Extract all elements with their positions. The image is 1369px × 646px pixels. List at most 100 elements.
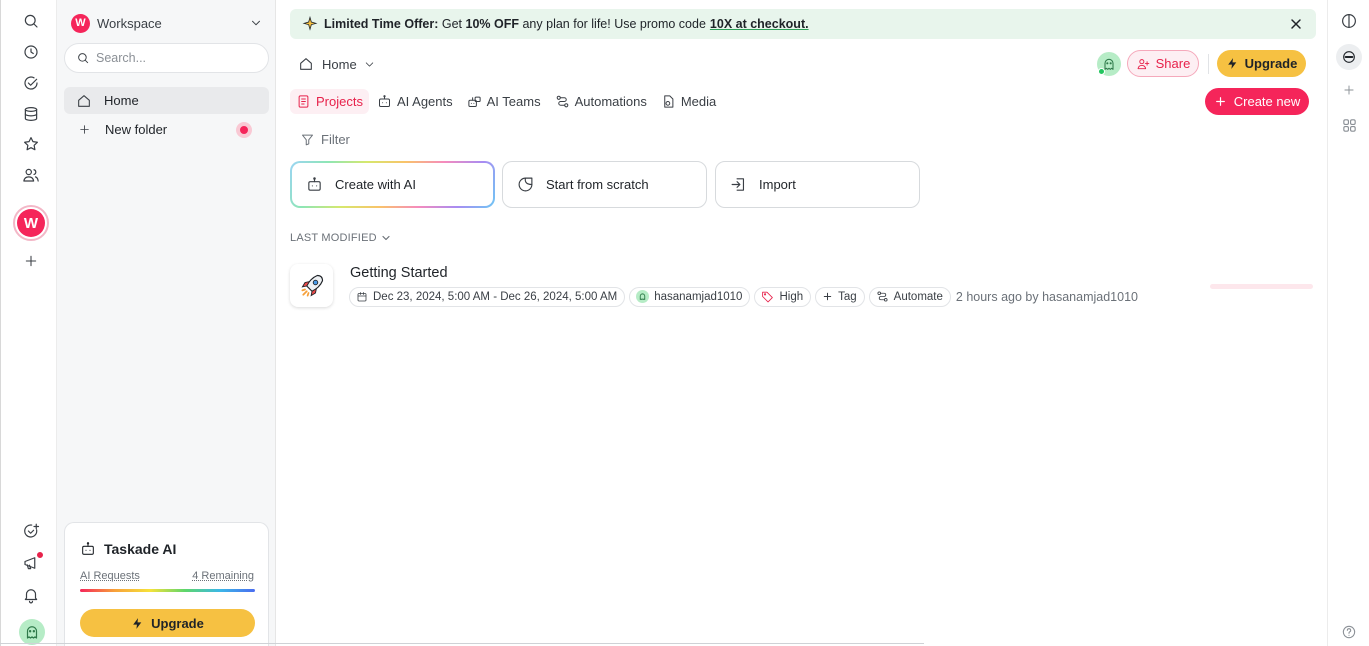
chevron-down-icon bbox=[365, 61, 373, 67]
taskade-ai-card: Taskade AI AI Requests 4 Remaining Upgra… bbox=[64, 522, 269, 646]
sparkle-icon bbox=[302, 16, 318, 32]
automation-icon bbox=[877, 291, 888, 302]
workspace-name: Workspace bbox=[97, 15, 162, 31]
users-icon[interactable] bbox=[20, 164, 42, 186]
start-from-scratch-card[interactable]: Start from scratch bbox=[502, 161, 707, 208]
create-new-button[interactable]: Create new bbox=[1205, 88, 1309, 115]
banner-discount: 10% OFF bbox=[465, 17, 520, 31]
online-status-dot bbox=[1098, 68, 1105, 75]
close-icon[interactable] bbox=[1288, 16, 1304, 32]
search-box bbox=[64, 43, 269, 73]
check-circle-icon[interactable] bbox=[20, 72, 42, 94]
create-with-ai-card[interactable]: Create with AI bbox=[290, 161, 495, 208]
tag-icon bbox=[762, 291, 774, 303]
sidebar-item-label: Home bbox=[104, 93, 139, 108]
filter-button[interactable]: Filter bbox=[292, 127, 358, 152]
upgrade-button[interactable]: Upgrade bbox=[1217, 50, 1306, 77]
robot-icon bbox=[80, 541, 96, 557]
panel-toggle-icon[interactable] bbox=[1339, 11, 1359, 31]
media-icon bbox=[664, 95, 674, 108]
tab-media[interactable]: Media bbox=[655, 89, 722, 114]
help-icon[interactable] bbox=[1339, 622, 1359, 642]
chat-icon[interactable] bbox=[1339, 47, 1359, 67]
sidebar: W Workspace Home New folder Taskade AI A… bbox=[57, 0, 276, 646]
sort-last-modified[interactable]: LAST MODIFIED bbox=[290, 232, 392, 244]
assignee-chip[interactable]: hasanamjad1010 bbox=[629, 286, 751, 307]
notification-dot bbox=[36, 551, 44, 559]
view-tabs: Projects AI Agents AI Teams Automations … bbox=[290, 89, 724, 114]
automation-icon bbox=[556, 95, 568, 108]
lightning-icon bbox=[133, 617, 142, 629]
ai-remaining-label: 4 Remaining bbox=[192, 570, 254, 582]
ai-upgrade-button[interactable]: Upgrade bbox=[80, 609, 255, 637]
promo-code[interactable]: 10X at checkout. bbox=[710, 17, 809, 31]
chevron-down-icon bbox=[382, 235, 390, 241]
import-icon bbox=[731, 178, 745, 191]
promo-banner: Limited Time Offer: Get 10% OFF any plan… bbox=[290, 9, 1316, 39]
workspace-avatar[interactable]: W bbox=[13, 205, 49, 241]
tab-ai-agents[interactable]: AI Agents bbox=[371, 89, 459, 114]
automate-chip[interactable]: Automate bbox=[868, 286, 951, 307]
sidebar-item-label: New folder bbox=[105, 122, 168, 137]
ai-card-title: Taskade AI bbox=[80, 541, 176, 557]
tab-projects[interactable]: Projects bbox=[290, 89, 369, 114]
date-range-chip[interactable]: Dec 23, 2024, 5:00 AM - Dec 26, 2024, 5:… bbox=[349, 286, 626, 307]
ai-requests-bar bbox=[80, 589, 255, 592]
breadcrumb[interactable]: Home bbox=[298, 54, 376, 74]
bell-icon[interactable] bbox=[20, 584, 42, 606]
avatar-icon[interactable] bbox=[19, 619, 45, 645]
add-user-icon bbox=[1137, 58, 1149, 69]
import-card[interactable]: Import bbox=[715, 161, 920, 208]
add-tag-chip[interactable]: Tag bbox=[815, 286, 865, 307]
banner-text-2: any plan for life! Use promo code bbox=[522, 17, 706, 31]
search-icon bbox=[76, 51, 90, 65]
assignee-avatar bbox=[636, 290, 650, 303]
workspace-switcher[interactable]: W Workspace bbox=[71, 12, 263, 34]
sidebar-item-new-folder[interactable]: New folder bbox=[64, 116, 269, 143]
plus-icon bbox=[1215, 97, 1225, 106]
filter-icon bbox=[302, 134, 313, 146]
ai-requests-label: AI Requests bbox=[80, 570, 140, 582]
sidebar-item-home[interactable]: Home bbox=[64, 87, 269, 114]
project-title[interactable]: Getting Started bbox=[350, 265, 448, 281]
plus-icon bbox=[823, 292, 832, 301]
star-icon[interactable] bbox=[20, 133, 42, 155]
workspace-logo: W bbox=[71, 13, 90, 33]
modified-info: 2 hours ago by hasanamjad1010 bbox=[955, 289, 1138, 304]
left-rail: W bbox=[0, 0, 57, 646]
archive-icon[interactable] bbox=[20, 103, 42, 125]
home-icon bbox=[300, 58, 312, 70]
plus-icon[interactable] bbox=[1339, 80, 1359, 100]
plus-icon[interactable] bbox=[20, 250, 42, 272]
tab-ai-teams[interactable]: AI Teams bbox=[461, 89, 547, 114]
banner-text-1: Get bbox=[441, 17, 463, 31]
project-progress-bar bbox=[1210, 284, 1313, 289]
home-icon bbox=[76, 93, 92, 109]
priority-chip[interactable]: High bbox=[754, 286, 812, 307]
robot-icon bbox=[378, 95, 390, 107]
tab-automations[interactable]: Automations bbox=[549, 89, 653, 114]
search-input[interactable] bbox=[96, 51, 256, 65]
banner-lead: Limited Time Offer: bbox=[324, 17, 439, 31]
record-icon[interactable] bbox=[236, 122, 252, 138]
apps-grid-icon[interactable] bbox=[1339, 115, 1359, 135]
calendar-icon bbox=[357, 291, 367, 301]
lightning-icon bbox=[1227, 58, 1236, 69]
robot-icon bbox=[308, 177, 321, 191]
plus-icon bbox=[78, 123, 91, 136]
share-button[interactable]: Share bbox=[1127, 50, 1199, 77]
search-icon[interactable] bbox=[20, 10, 42, 32]
rocket-icon[interactable] bbox=[290, 264, 333, 307]
chevron-down-icon bbox=[249, 16, 263, 30]
project-meta: Dec 23, 2024, 5:00 AM - Dec 26, 2024, 5:… bbox=[349, 286, 1138, 307]
add-task-icon[interactable] bbox=[20, 520, 42, 542]
robot-team-icon bbox=[468, 96, 481, 107]
breadcrumb-label: Home bbox=[322, 56, 357, 72]
clock-icon[interactable] bbox=[20, 41, 42, 63]
document-icon bbox=[298, 95, 309, 108]
right-rail bbox=[1327, 0, 1369, 646]
bottom-divider bbox=[0, 643, 924, 644]
ghost-icon bbox=[640, 293, 646, 300]
header-divider bbox=[1208, 54, 1209, 74]
blank-page-icon bbox=[518, 177, 533, 192]
